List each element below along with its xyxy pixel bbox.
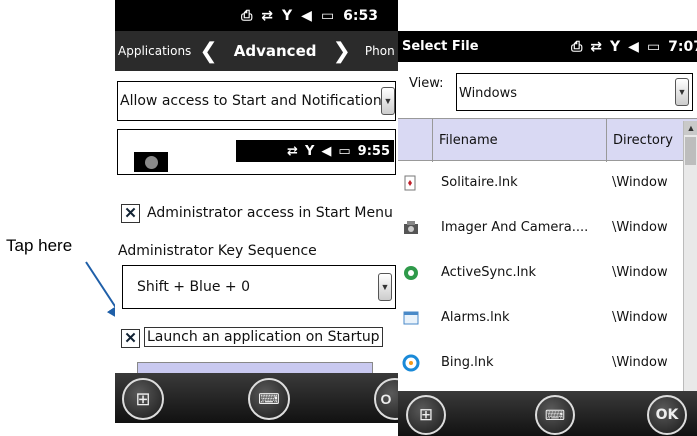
solitaire-icon [404, 175, 416, 191]
dropdown-arrow-icon[interactable]: ▼ [381, 87, 395, 115]
file-name: Bing.lnk [441, 355, 494, 370]
windows-start-icon [134, 152, 168, 172]
battery-icon: ▭ [338, 143, 351, 159]
bing-icon [402, 354, 420, 372]
keyboard-icon: ⌨ [544, 406, 566, 423]
sync-icon: ⇄ [287, 143, 298, 159]
signal-icon: Y [304, 143, 315, 159]
tab-applications[interactable]: Applications [115, 44, 191, 58]
key-sequence-value: Shift + Blue + 0 [137, 279, 250, 295]
key-sequence-heading: Administrator Key Sequence [118, 243, 317, 259]
list-item[interactable]: Bing.lnk \Window [398, 341, 697, 386]
status-time: 7:07 [668, 38, 697, 55]
start-access-dropdown[interactable]: Allow access to Start and Notifications … [117, 81, 396, 121]
preview-status-bar: ⇄ Y ◀ ▭ 9:55 [236, 140, 394, 162]
file-directory: \Window [612, 355, 668, 370]
alarms-icon [403, 311, 419, 325]
file-directory: \Window [612, 310, 668, 325]
ok-button[interactable]: OK [647, 395, 687, 435]
volume-icon: ◀ [628, 38, 639, 55]
notification-icon: ⎙ [571, 38, 583, 55]
scroll-thumb[interactable] [685, 137, 696, 165]
filename-column-header[interactable]: Filename [432, 119, 606, 162]
view-dropdown[interactable]: Windows ▼ [456, 73, 693, 111]
keyboard-button[interactable]: ⌨ [248, 378, 290, 420]
signal-icon: Y [282, 7, 293, 24]
start-button[interactable]: ⊞ [406, 395, 446, 435]
notification-icon: ⎙ [241, 7, 253, 24]
soft-key-bar: ⊞ ⌨ OK [398, 391, 697, 436]
windows-logo-icon: ⊞ [418, 405, 434, 424]
tab-advanced[interactable]: Advanced [234, 42, 317, 60]
dropdown-arrow-icon[interactable]: ▼ [378, 273, 392, 301]
file-name: Alarms.lnk [441, 310, 510, 325]
launch-on-startup-checkbox[interactable]: ✕ [121, 329, 140, 348]
signal-icon: Y [610, 38, 621, 55]
admin-start-menu-checkbox[interactable]: ✕ [121, 204, 140, 223]
tap-here-label: Tap here [6, 236, 73, 255]
file-list-header: Filename Directory [398, 118, 697, 162]
imager-camera-icon [404, 221, 418, 234]
volume-icon: ◀ [301, 7, 312, 24]
list-item[interactable]: Imager And Camera.... \Window [398, 206, 697, 251]
activesync-icon [404, 266, 418, 280]
admin-start-menu-label: Administrator access in Start Menu [147, 205, 393, 221]
launch-on-startup-label[interactable]: Launch an application on Startup [144, 327, 383, 347]
battery-icon: ▭ [320, 7, 335, 24]
keyboard-icon: ⌨ [258, 391, 280, 408]
file-name: Imager And Camera.... [441, 220, 589, 235]
status-bar: ⎙ ⇄ Y ◀ ▭ 6:53 [115, 0, 398, 31]
advanced-settings-screen: ⎙ ⇄ Y ◀ ▭ 6:53 Applications ❮ Advanced ❯… [115, 0, 398, 423]
tab-bar: Applications ❮ Advanced ❯ Phon [115, 31, 398, 71]
chevron-left-icon[interactable]: ❮ [199, 39, 217, 64]
list-item[interactable]: ActiveSync.lnk \Window [398, 251, 697, 296]
file-list-scrollbar[interactable]: ▲ ▼ [683, 121, 697, 421]
startmenu-preview: ⇄ Y ◀ ▭ 9:55 [117, 129, 396, 175]
view-value: Windows [459, 86, 518, 101]
sync-icon: ⇄ [590, 38, 603, 55]
sync-icon: ⇄ [261, 7, 274, 24]
tab-phone[interactable]: Phon [365, 44, 395, 58]
keyboard-button[interactable]: ⌨ [535, 395, 575, 435]
ok-label: OK [655, 407, 679, 423]
soft-key-bar: ⊞ ⌨ O [115, 373, 398, 423]
screen-title: Select File [402, 39, 479, 54]
file-directory: \Window [612, 175, 668, 190]
list-item[interactable]: Solitaire.lnk \Window [398, 161, 697, 206]
select-file-screen: Select File ⎙ ⇄ Y ◀ ▭ 7:07 View: Windows… [398, 31, 697, 436]
ok-partial-label: O [380, 391, 392, 407]
file-directory: \Window [612, 220, 668, 235]
scroll-up-icon[interactable]: ▲ [684, 121, 697, 135]
start-access-value: Allow access to Start and Notifications [120, 93, 390, 109]
status-time: 6:53 [343, 7, 378, 24]
file-name: ActiveSync.lnk [441, 265, 537, 280]
key-sequence-dropdown[interactable]: Shift + Blue + 0 ▼ [122, 265, 396, 309]
list-item[interactable]: Alarms.lnk \Window [398, 296, 697, 341]
ok-button-partial[interactable]: O [374, 378, 398, 420]
file-name: Solitaire.lnk [441, 175, 518, 190]
start-button[interactable]: ⊞ [122, 378, 164, 420]
volume-icon: ◀ [321, 143, 332, 159]
view-label: View: [409, 76, 444, 91]
file-directory: \Window [612, 265, 668, 280]
status-bar: Select File ⎙ ⇄ Y ◀ ▭ 7:07 [398, 31, 697, 62]
preview-time: 9:55 [357, 143, 390, 159]
chevron-right-icon[interactable]: ❯ [332, 39, 350, 64]
battery-icon: ▭ [646, 38, 661, 55]
windows-logo-icon: ⊞ [135, 388, 151, 409]
dropdown-arrow-icon[interactable]: ▼ [675, 78, 689, 106]
